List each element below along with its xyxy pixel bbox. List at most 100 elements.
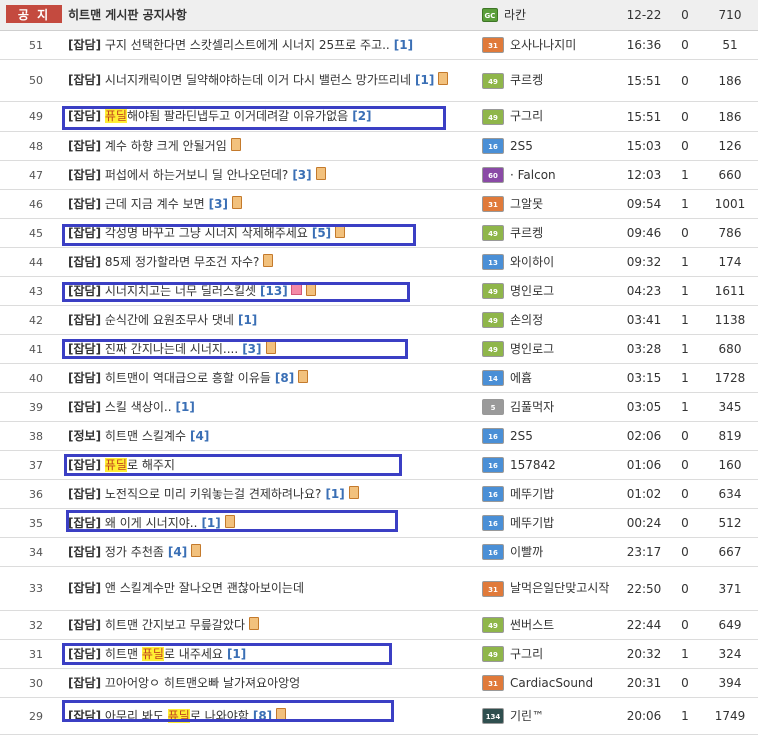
post-title-text[interactable]: 각성명 바꾸고 그냥 시너지 삭제해주세요 [105,226,308,240]
author-cell[interactable]: 49 구그리 [482,102,610,131]
post-title-cell[interactable]: [잡담] 85제 정가할라면 무조건 자수? [68,248,478,276]
post-title-text[interactable]: 구지 선택한다면 스캇셀리스트에게 시너지 25프로 주고.. [105,38,390,52]
table-row[interactable]: 42 [잡담] 순식간에 요원조무사 댓네 [1] 49 손의정 03:41 1 1138 [0,306,758,335]
author-cell[interactable]: 31 오사나나지미 [482,31,610,59]
notice-author[interactable]: 라칸 [504,7,526,24]
post-title-text[interactable]: 앤 스킬계수만 잘나오면 괜찮아보이는데 [105,581,304,595]
author-cell[interactable]: 49 구그리 [482,640,610,668]
post-title[interactable]: [잡담] 각성명 바꾸고 그냥 시너지 삭제해주세요 [5] [68,224,478,243]
post-title[interactable]: [잡담] 왜 이게 시너지야.. [1] [68,514,478,533]
comment-count[interactable]: [3] [292,168,311,182]
post-title-text[interactable]: 진짜 간지나는데 시너지.... [105,342,238,356]
post-title-cell[interactable]: [잡담] 노전직으로 미리 키워놓는걸 견제하려나요? [1] [68,480,478,508]
comment-count[interactable]: [1] [325,487,344,501]
post-title[interactable]: [잡담] 퍼섭에서 하는거보니 딜 안나오던데? [3] [68,166,478,185]
post-title[interactable]: [잡담] 근데 지금 계수 보면 [3] [68,195,478,214]
post-title-text[interactable]: 근데 지금 계수 보면 [105,197,205,211]
post-title-text[interactable]: 스킬 색상이.. [105,400,172,414]
author-name[interactable]: 구그리 [510,108,543,125]
post-title-text[interactable]: 계수 하향 크게 안될거임 [105,139,227,153]
post-title-text[interactable]: 로 내주세요 [164,647,223,661]
comment-count[interactable]: [4] [168,545,187,559]
table-row[interactable]: 48 [잡담] 계수 하향 크게 안될거임 16 2S5 15:03 0 126 [0,132,758,161]
notice-row[interactable]: 공 지 히트맨 게시판 공지사항 GC 라칸 12-22 0 710 [0,0,758,31]
post-title-cell[interactable]: [잡담] 퓨딜로 해주지 [68,451,478,479]
table-row[interactable]: 39 [잡담] 스킬 색상이.. [1] 5 김풀먹자 03:05 1 345 [0,393,758,422]
post-title-cell[interactable]: [잡담] 진짜 간지나는데 시너지.... [3] [68,335,478,363]
comment-count[interactable]: [3] [242,342,261,356]
post-title-text[interactable]: 히트맨 스킬계수 [105,429,186,443]
post-title[interactable]: [잡담] 스킬 색상이.. [1] [68,398,478,417]
post-title[interactable]: [잡담] 정가 추천좀 [4] [68,543,478,562]
table-row[interactable]: 38 [정보] 히트맨 스킬계수 [4] 16 2S5 02:06 0 819 [0,422,758,451]
author-cell[interactable]: 16 157842 [482,451,610,479]
post-title-text[interactable]: 히트맨 [105,647,142,661]
comment-count[interactable]: [2] [352,109,371,123]
comment-count[interactable]: [1] [238,313,257,327]
post-title[interactable]: [잡담] 히트맨 간지보고 무릎갈았다 [68,616,478,635]
highlighted-keyword[interactable]: 퓨딜 [167,708,190,723]
author-cell[interactable]: 49 썬버스트 [482,611,610,639]
post-title-cell[interactable]: [잡담] 퍼섭에서 하는거보니 딜 안나오던데? [3] [68,161,478,189]
post-title-cell[interactable]: [잡담] 각성명 바꾸고 그냥 시너지 삭제해주세요 [5] [68,219,478,247]
author-name[interactable]: 썬버스트 [510,617,554,634]
post-title[interactable]: [잡담] 앤 스킬계수만 잘나오면 괜찮아보이는데 [68,579,478,598]
author-name[interactable]: 명인로그 [510,341,554,358]
post-title[interactable]: [잡담] 퓨딜로 해주지 [68,456,478,475]
author-name[interactable]: 날먹은일단맞고시작 [510,580,609,597]
table-row[interactable]: 46 [잡담] 근데 지금 계수 보면 [3] 31 그알못 09:54 1 1001 [0,190,758,219]
highlighted-keyword[interactable]: 퓨딜 [104,457,127,472]
author-cell[interactable]: 49 쿠르켕 [482,60,610,101]
post-title[interactable]: [잡담] 계수 하향 크게 안될거임 [68,137,478,156]
author-cell[interactable]: 16 이빨까 [482,538,610,566]
post-title-cell[interactable]: [잡담] 히트맨 간지보고 무릎갈았다 [68,611,478,639]
table-row[interactable]: 32 [잡담] 히트맨 간지보고 무릎갈았다 49 썬버스트 22:44 0 649 [0,611,758,640]
post-title-text[interactable]: 노전직으로 미리 키워놓는걸 견제하려나요? [105,487,322,501]
post-title-text[interactable]: 정가 추천좀 [105,545,164,559]
notice-title[interactable]: 히트맨 게시판 공지사항 [68,6,187,25]
post-title-text[interactable]: 해야됨 팔라딘냅두고 이거데려갈 이유가없음 [127,109,348,123]
post-title[interactable]: [잡담] 아무리 봐도 퓨딜로 나와야함 [8] [68,707,478,726]
post-title-cell[interactable]: [잡담] 근데 지금 계수 보면 [3] [68,190,478,218]
author-cell[interactable]: 49 명인로그 [482,277,610,305]
post-title[interactable]: [잡담] 끄아어앙ㅇ 히트맨오빠 날가져요아앙엉 [68,674,478,693]
author-cell[interactable]: 16 메뚜기밥 [482,509,610,537]
post-title-text[interactable]: 히트맨 간지보고 무릎갈았다 [105,618,245,632]
table-row[interactable]: 51 [잡담] 구지 선택한다면 스캇셀리스트에게 시너지 25프로 주고.. [1… [0,31,758,60]
author-cell[interactable]: 60 · Falcon [482,161,610,189]
author-name[interactable]: 오사나나지미 [510,37,576,54]
post-title[interactable]: [잡담] 구지 선택한다면 스캇셀리스트에게 시너지 25프로 주고.. [1] [68,36,478,55]
post-title[interactable]: [잡담] 시너지치고는 너무 딜러스킬셋 [13] [68,282,478,301]
table-row[interactable]: 43 [잡담] 시너지치고는 너무 딜러스킬셋 [13] 49 명인로그 04:23 1 16… [0,277,758,306]
author-cell[interactable]: 31 그알못 [482,190,610,218]
author-cell[interactable]: 49 쿠르켕 [482,219,610,247]
table-row[interactable]: 41 [잡담] 진짜 간지나는데 시너지.... [3] 49 명인로그 03:28 1 68… [0,335,758,364]
table-row[interactable]: 49 [잡담] 퓨딜해야됨 팔라딘냅두고 이거데려갈 이유가없음 [2] 49 구그리 1… [0,102,758,132]
post-title-cell[interactable]: [잡담] 구지 선택한다면 스캇셀리스트에게 시너지 25프로 주고.. [1] [68,31,478,59]
table-row[interactable]: 34 [잡담] 정가 추천좀 [4] 16 이빨까 23:17 0 667 [0,538,758,567]
notice-author-cell[interactable]: GC 라칸 [482,0,610,30]
post-title-text[interactable]: 아무리 봐도 [105,709,168,723]
post-title-text[interactable]: 히트맨이 역대급으로 흥할 이유들 [105,371,271,385]
comment-count[interactable]: [1] [176,400,195,414]
author-name[interactable]: 기린™ [510,708,544,725]
table-row[interactable]: 50 [잡담] 시너지캐릭이면 딜약해야하는데 이거 다시 밸런스 망가뜨리네 [1… [0,60,758,102]
table-row[interactable]: 37 [잡담] 퓨딜로 해주지 16 157842 01:06 0 160 [0,451,758,480]
author-name[interactable]: 와이하이 [510,254,554,271]
comment-count[interactable]: [4] [190,429,209,443]
author-name[interactable]: 메뚜기밥 [510,515,554,532]
post-title-cell[interactable]: [정보] 히트맨 스킬계수 [4] [68,422,478,450]
table-row[interactable]: 45 [잡담] 각성명 바꾸고 그냥 시너지 삭제해주세요 [5] 49 쿠르켕 09:4… [0,219,758,248]
post-title-text[interactable]: 순식간에 요원조무사 댓네 [105,313,234,327]
post-title-text[interactable]: 시너지치고는 너무 딜러스킬셋 [105,284,256,298]
author-name[interactable]: 2S5 [510,138,533,155]
author-cell[interactable]: 16 2S5 [482,422,610,450]
post-title-cell[interactable]: [잡담] 스킬 색상이.. [1] [68,393,478,421]
table-row[interactable]: 44 [잡담] 85제 정가할라면 무조건 자수? 13 와이하이 09:32 1 174 [0,248,758,277]
post-title[interactable]: [잡담] 진짜 간지나는데 시너지.... [3] [68,340,478,359]
author-name[interactable]: · Falcon [510,167,556,184]
post-title-cell[interactable]: [잡담] 아무리 봐도 퓨딜로 나와야함 [8] [68,698,478,734]
post-title-text[interactable]: 퍼섭에서 하는거보니 딜 안나오던데? [105,168,288,182]
table-row[interactable]: 47 [잡담] 퍼섭에서 하는거보니 딜 안나오던데? [3] 60 · Falcon 1… [0,161,758,190]
author-name[interactable]: 구그리 [510,646,543,663]
